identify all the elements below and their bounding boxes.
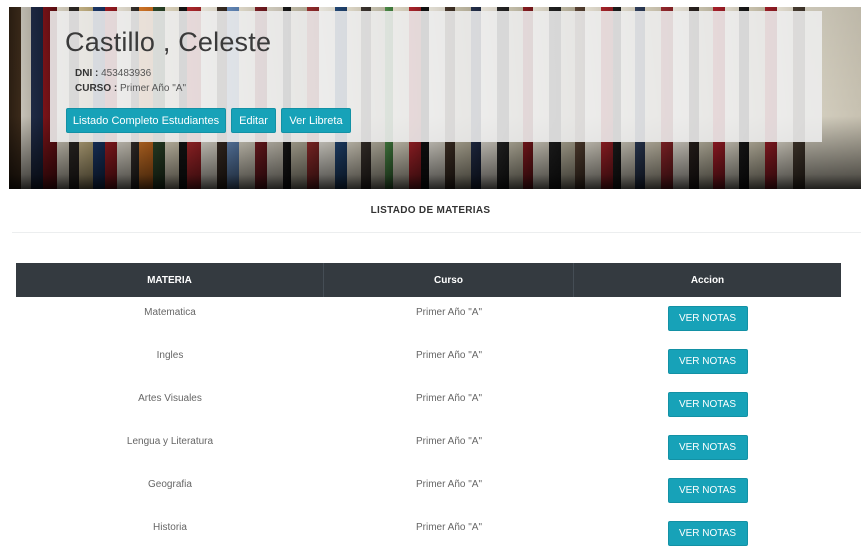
table-row: Ingles Primer Año "A" VER NOTAS [16, 340, 841, 383]
table-row: Matematica Primer Año "A" VER NOTAS [16, 297, 841, 340]
header-banner: Castillo , Celeste DNI : 453483936 CURSO… [9, 7, 861, 189]
ver-notas-button[interactable]: VER NOTAS [667, 478, 748, 503]
curso-cell: Primer Año "A" [415, 350, 482, 361]
curso-cell: Primer Año "A" [415, 479, 482, 490]
ver-libreta-button[interactable]: Ver Libreta [281, 108, 351, 133]
accion-cell: VER NOTAS [574, 512, 841, 555]
materia-cell: Geografia [148, 479, 192, 490]
ver-notas-button[interactable]: VER NOTAS [667, 392, 748, 417]
curso-cell: Primer Año "A" [415, 307, 482, 318]
materia-cell: Artes Visuales [138, 393, 202, 404]
dni-label: DNI : [75, 68, 99, 79]
table-row: Lengua y Literatura Primer Año "A" VER N… [16, 426, 841, 469]
listado-estudiantes-button[interactable]: Listado Completo Estudiantes [66, 108, 226, 133]
curso-cell: Primer Año "A" [415, 436, 482, 447]
accion-cell: VER NOTAS [574, 469, 841, 512]
student-curso: CURSO : Primer Año "A" [75, 83, 186, 94]
student-name: Castillo , Celeste [65, 27, 272, 57]
materia-cell: Ingles [156, 350, 184, 361]
materia-cell: Lengua y Literatura [126, 436, 214, 447]
curso-cell: Primer Año "A" [415, 393, 482, 404]
accion-cell: VER NOTAS [574, 426, 841, 469]
curso-label: CURSO : [75, 83, 118, 94]
materia-cell: Historia [153, 522, 187, 533]
section-title: LISTADO DE MATERIAS [370, 205, 491, 216]
header-materia: MATERIA [16, 263, 324, 297]
table-row: Historia Primer Año "A" VER NOTAS [16, 512, 841, 555]
ver-notas-button[interactable]: VER NOTAS [667, 521, 748, 546]
accion-cell: VER NOTAS [574, 340, 841, 383]
ver-notas-button[interactable]: VER NOTAS [667, 349, 748, 374]
ver-notas-button[interactable]: VER NOTAS [667, 306, 748, 331]
student-card: Castillo , Celeste DNI : 453483936 CURSO… [50, 11, 822, 142]
curso-cell: Primer Año "A" [415, 522, 482, 533]
accion-cell: VER NOTAS [574, 297, 841, 340]
student-dni: DNI : 453483936 [75, 68, 151, 79]
divider [12, 232, 861, 233]
ver-notas-button[interactable]: VER NOTAS [667, 435, 748, 460]
table-header: MATERIA Curso Accion [16, 263, 841, 297]
header-accion: Accion [690, 274, 725, 286]
header-curso: Curso [324, 263, 574, 297]
materia-cell: Matematica [144, 307, 196, 318]
table-row: Geografia Primer Año "A" VER NOTAS [16, 469, 841, 512]
materias-table: MATERIA Curso Accion Matematica Primer A… [16, 263, 841, 555]
dni-value: 453483936 [101, 68, 152, 79]
editar-button[interactable]: Editar [231, 108, 276, 133]
curso-value: Primer Año "A" [120, 83, 187, 94]
accion-cell: VER NOTAS [574, 383, 841, 426]
table-row: Artes Visuales Primer Año "A" VER NOTAS [16, 383, 841, 426]
